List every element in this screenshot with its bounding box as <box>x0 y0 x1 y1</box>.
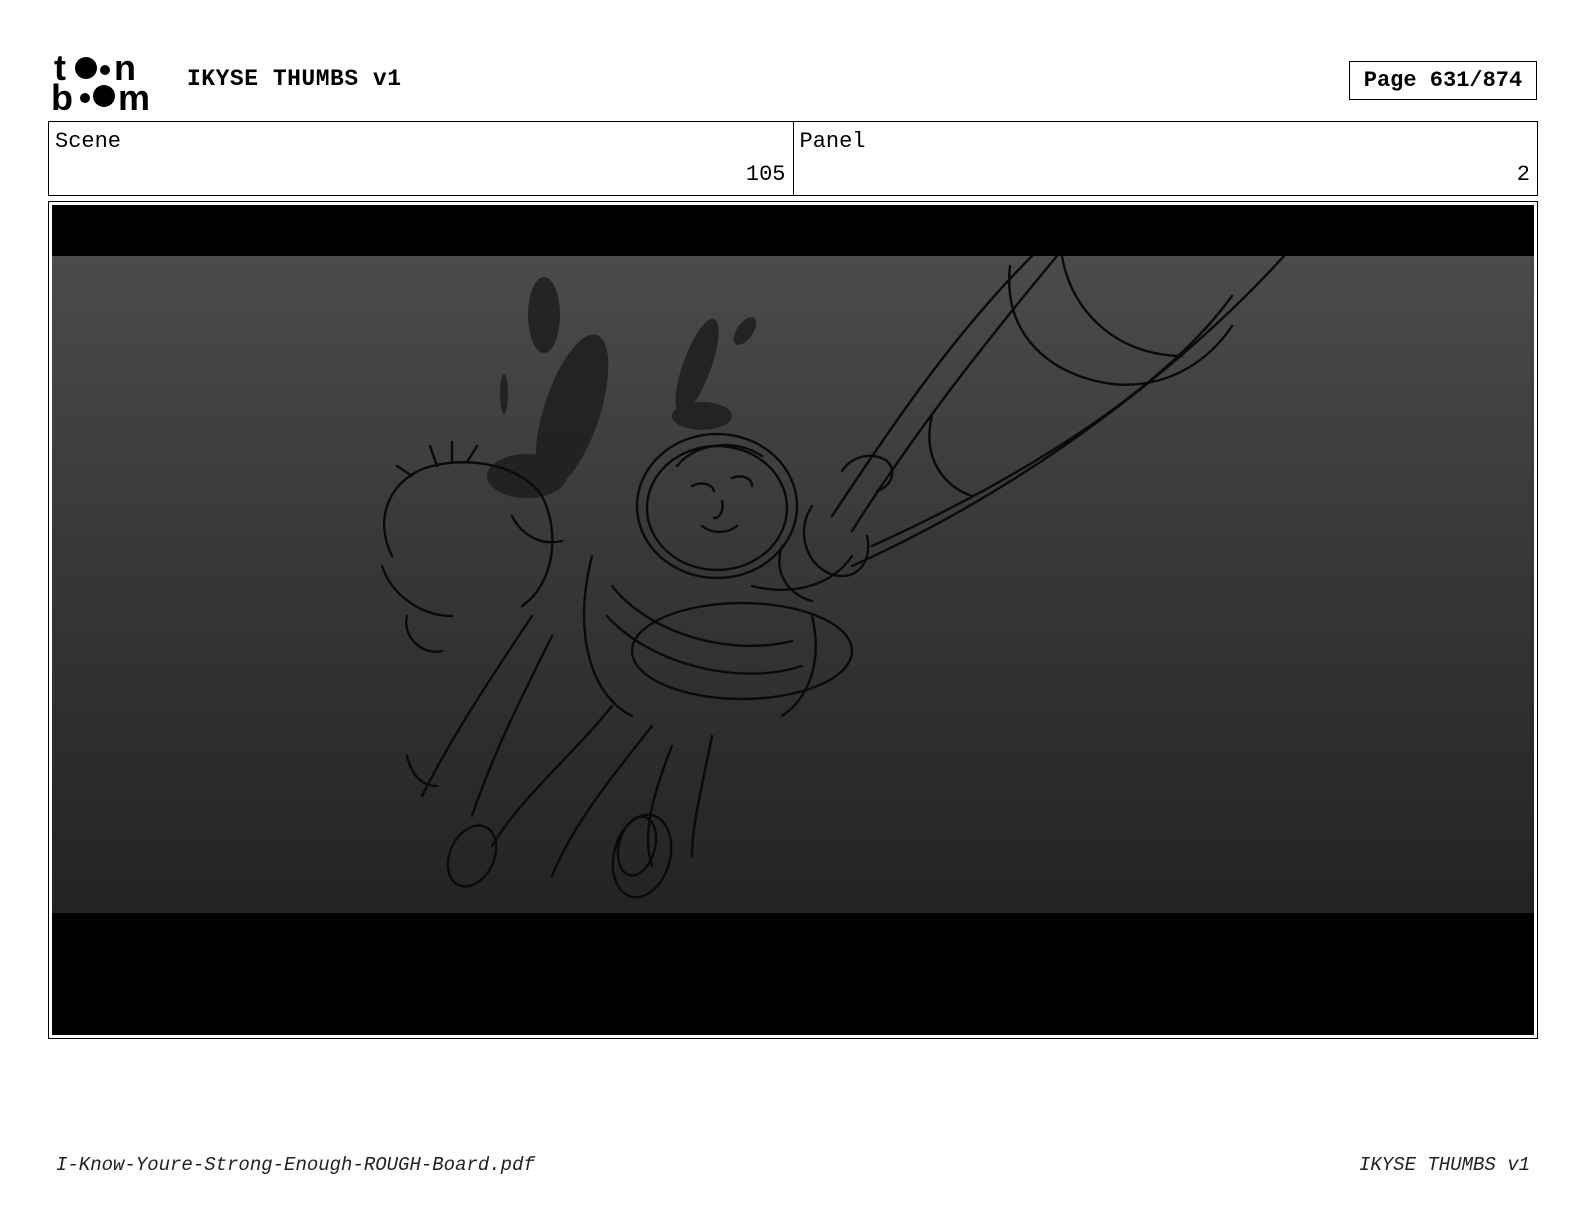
shadow-blobs <box>487 277 757 498</box>
footer-project: IKYSE THUMBS v1 <box>1358 1154 1530 1176</box>
toon-boom-logo: t n b m <box>50 47 164 118</box>
sketch-drawing <box>380 254 1286 899</box>
page-indicator: Page 631/874 <box>1349 61 1537 100</box>
panel-artwork <box>52 254 1534 913</box>
panel-cell: Panel 2 <box>792 122 1538 195</box>
scene-label: Scene <box>55 129 122 154</box>
storyboard-frame <box>48 201 1538 1039</box>
document-title: IKYSE THUMBS v1 <box>187 66 402 92</box>
sketch-lines <box>380 254 1286 899</box>
panel-number: 2 <box>1516 162 1530 187</box>
svg-text:m: m <box>118 77 150 114</box>
letterbox <box>52 205 1534 1035</box>
scene-number: 105 <box>745 162 786 187</box>
footer-filename: I-Know-Youre-Strong-Enough-ROUGH-Board.p… <box>56 1154 535 1176</box>
panel-label: Panel <box>799 129 866 154</box>
scene-panel-table: Scene 105 Panel 2 <box>48 121 1538 196</box>
svg-text:b: b <box>51 77 73 114</box>
scene-cell: Scene 105 <box>49 122 793 195</box>
page-indicator-text: Page 631/874 <box>1363 68 1523 93</box>
